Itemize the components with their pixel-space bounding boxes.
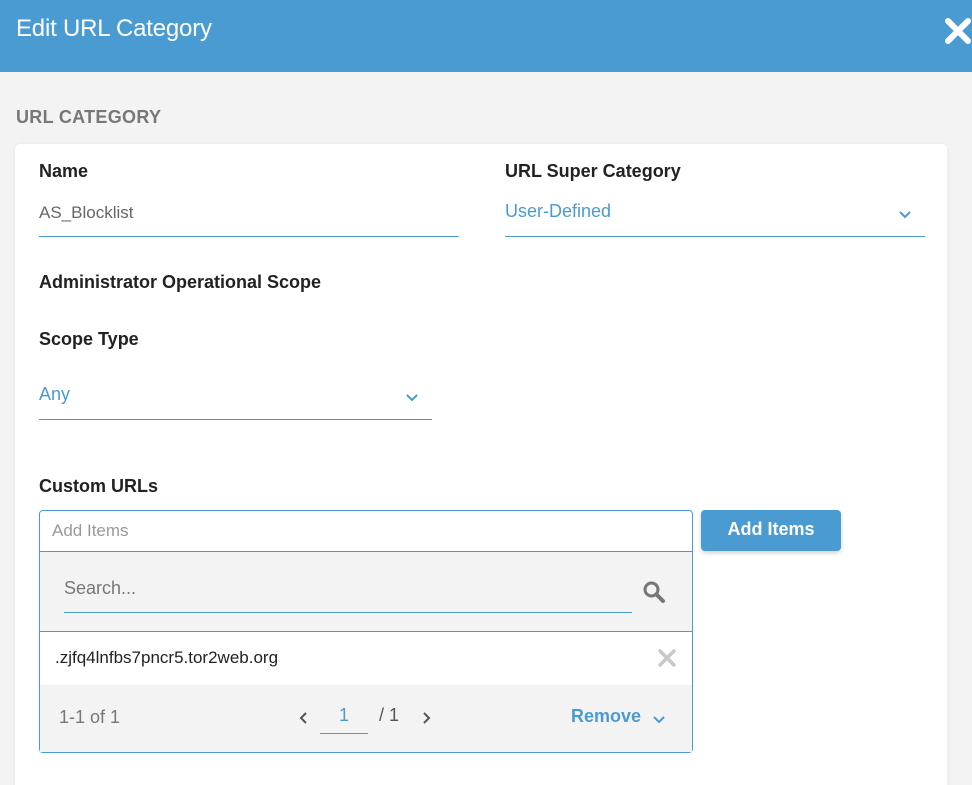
modal-header: Edit URL Category <box>0 0 972 72</box>
custom-urls-box: Add Items Search... .zjfq4lnfbs7pncr5.to… <box>39 510 693 753</box>
close-button[interactable] <box>944 16 972 48</box>
super-category-select[interactable]: User-Defined <box>505 201 611 222</box>
total-pages: / 1 <box>379 705 400 725</box>
super-category-underline <box>505 236 925 237</box>
super-category-label: URL Super Category <box>505 161 681 181</box>
close-icon <box>945 18 971 44</box>
admin-scope-label: Administrator Operational Scope <box>39 272 322 292</box>
remove-button[interactable]: Remove <box>571 706 641 727</box>
chevron-down-icon[interactable] <box>405 393 419 403</box>
list-footer: 1-1 of 1 1 / 1 Remove <box>40 685 692 752</box>
scope-type-label: Scope Type <box>39 329 139 349</box>
list-item: .zjfq4lnfbs7pncr5.tor2web.org <box>40 633 692 685</box>
name-input-underline <box>39 236 459 237</box>
custom-urls-label: Custom URLs <box>39 476 159 496</box>
search-underline <box>64 612 632 613</box>
add-items-button[interactable]: Add Items <box>701 510 841 551</box>
add-items-input[interactable]: Add Items <box>52 521 129 541</box>
item-count: 1-1 of 1 <box>59 707 121 727</box>
chevron-down-icon[interactable] <box>898 210 912 220</box>
page-input-underline <box>320 733 368 734</box>
chevron-right-icon[interactable] <box>422 711 432 725</box>
section-label: URL CATEGORY <box>16 107 162 127</box>
search-area: Search... <box>40 552 692 632</box>
modal-title: Edit URL Category <box>16 15 212 42</box>
search-icon[interactable] <box>642 580 666 604</box>
name-input[interactable]: AS_Blocklist <box>39 203 133 223</box>
url-item-text: .zjfq4lnfbs7pncr5.tor2web.org <box>55 648 279 667</box>
x-icon[interactable] <box>658 649 676 667</box>
chevron-left-icon[interactable] <box>298 711 308 725</box>
scope-type-underline <box>39 419 432 420</box>
current-page-input[interactable]: 1 <box>320 705 368 726</box>
search-input[interactable]: Search... <box>64 578 136 599</box>
scope-type-select[interactable]: Any <box>39 384 70 405</box>
name-label: Name <box>39 161 89 181</box>
chevron-down-icon[interactable] <box>652 715 666 725</box>
